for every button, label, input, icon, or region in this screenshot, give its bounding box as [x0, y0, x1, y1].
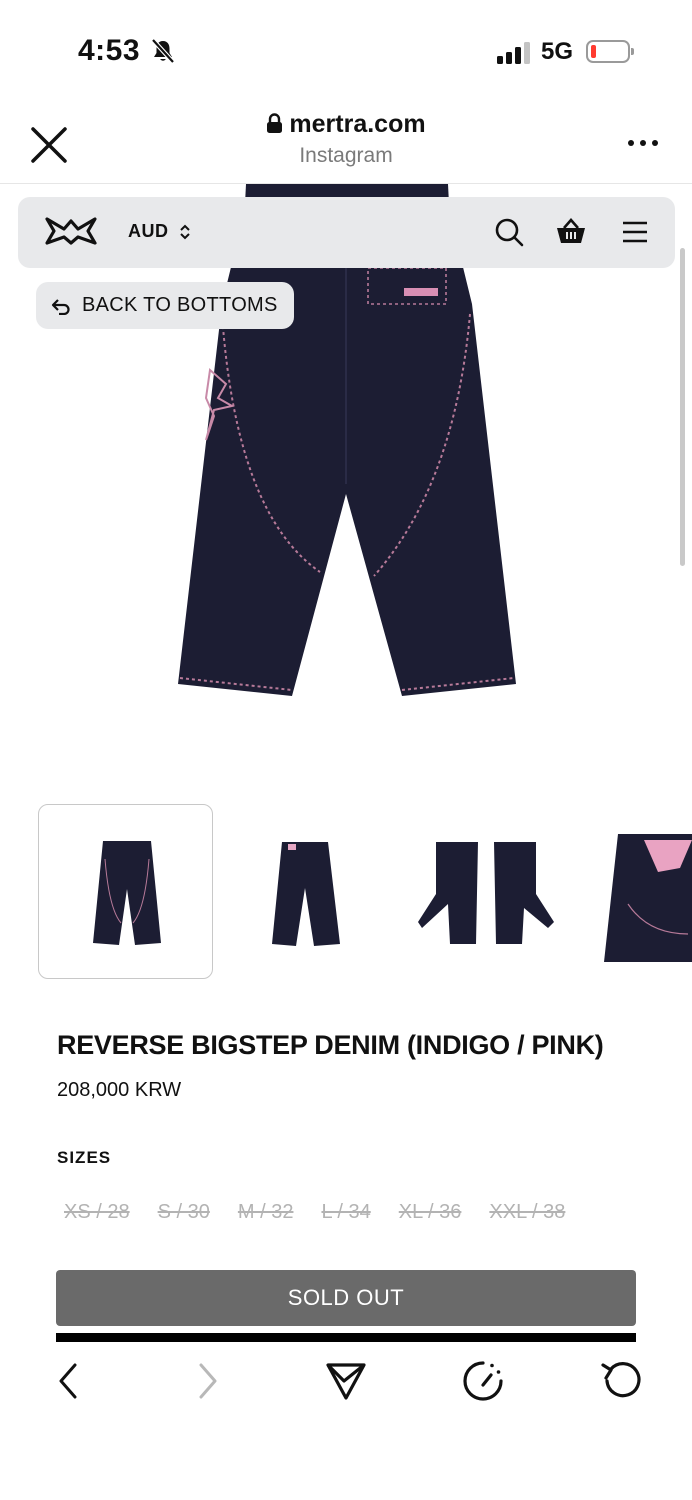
source-app: Instagram [299, 144, 393, 167]
product-title: REVERSE BIGSTEP DENIM (INDIGO / PINK) [57, 1030, 604, 1060]
domain-text: mertra.com [289, 110, 426, 138]
scrollbar[interactable] [680, 248, 685, 566]
size-option[interactable]: S / 30 [158, 1201, 210, 1224]
lock-icon [267, 113, 283, 133]
thumbnail-back[interactable] [218, 804, 393, 979]
size-option[interactable]: M / 32 [238, 1201, 294, 1224]
size-option[interactable]: XXL / 38 [489, 1201, 565, 1224]
thumbnail-side[interactable] [398, 804, 573, 979]
bell-slash-icon [151, 38, 175, 64]
return-arrow-icon [51, 298, 70, 315]
status-time: 4:53 [78, 34, 141, 67]
thumbnail-carousel [0, 800, 692, 980]
size-option[interactable]: XS / 28 [64, 1201, 130, 1224]
back-to-bottoms-button[interactable]: BACK TO BOTTOMS [36, 282, 294, 329]
menu-icon[interactable] [618, 215, 652, 249]
divider-bar [56, 1333, 636, 1342]
size-option[interactable]: XL / 36 [399, 1201, 462, 1224]
signal-icon [497, 42, 531, 64]
basket-icon[interactable] [554, 215, 588, 249]
logo[interactable] [44, 215, 98, 247]
site-navigation-bar: AUD [18, 197, 675, 268]
browser-header: mertra.com Instagram [0, 100, 692, 184]
size-option[interactable]: L / 34 [321, 1201, 370, 1224]
size-options: XS / 28 S / 30 M / 32 L / 34 XL / 36 XXL… [64, 1201, 593, 1224]
product-main-image[interactable] [0, 184, 692, 744]
url-display[interactable]: mertra.com [0, 110, 692, 139]
back-arrow-icon[interactable] [46, 1358, 92, 1404]
battery-icon [586, 40, 634, 63]
more-icon[interactable] [626, 138, 660, 150]
thumbnail-front[interactable] [38, 804, 213, 979]
network-type: 5G [541, 38, 574, 65]
product-price: 208,000 KRW [57, 1079, 182, 1101]
share-icon[interactable] [323, 1358, 369, 1404]
currency-label: AUD [128, 221, 169, 241]
search-icon[interactable] [492, 215, 526, 249]
browser-toolbar [0, 1350, 692, 1420]
jeans-illustration [178, 184, 516, 696]
back-button-label: BACK TO BOTTOMS [82, 294, 278, 316]
sold-out-button[interactable]: SOLD OUT [56, 1270, 636, 1326]
currency-selector[interactable]: AUD [128, 221, 191, 242]
chevron-updown-icon [179, 224, 190, 239]
speedometer-icon[interactable] [460, 1358, 506, 1404]
status-bar: 4:53 5G [0, 0, 692, 100]
reload-icon[interactable] [598, 1358, 644, 1404]
sizes-label: SIZES [57, 1148, 112, 1167]
thumbnail-pocket-detail[interactable] [578, 804, 692, 979]
forward-arrow-icon[interactable] [184, 1358, 230, 1404]
